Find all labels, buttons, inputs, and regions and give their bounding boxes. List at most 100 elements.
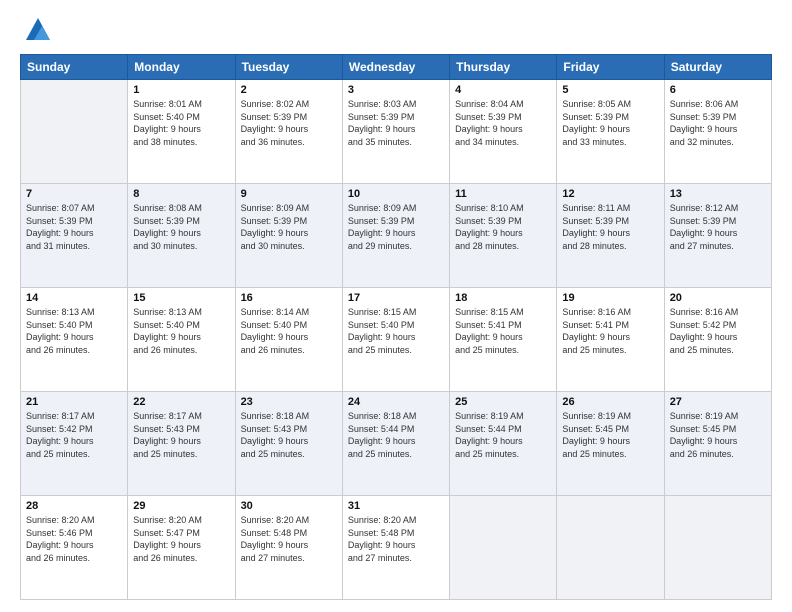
weekday-monday: Monday [128, 55, 235, 80]
day-number: 15 [133, 292, 229, 304]
day-info: Sunrise: 8:09 AM Sunset: 5:39 PM Dayligh… [241, 202, 337, 252]
day-number: 22 [133, 396, 229, 408]
weekday-wednesday: Wednesday [342, 55, 449, 80]
day-number: 3 [348, 84, 444, 96]
calendar-cell: 12 Sunrise: 8:11 AM Sunset: 5:39 PM Dayli… [557, 184, 664, 288]
calendar-cell [21, 80, 128, 184]
day-number: 24 [348, 396, 444, 408]
calendar-cell: 18 Sunrise: 8:15 AM Sunset: 5:41 PM Dayli… [450, 288, 557, 392]
weekday-tuesday: Tuesday [235, 55, 342, 80]
weekday-sunday: Sunday [21, 55, 128, 80]
day-number: 1 [133, 84, 229, 96]
calendar-cell: 6 Sunrise: 8:06 AM Sunset: 5:39 PM Daylig… [664, 80, 771, 184]
day-number: 16 [241, 292, 337, 304]
calendar-cell: 13 Sunrise: 8:12 AM Sunset: 5:39 PM Dayli… [664, 184, 771, 288]
day-info: Sunrise: 8:15 AM Sunset: 5:40 PM Dayligh… [348, 306, 444, 356]
day-info: Sunrise: 8:18 AM Sunset: 5:44 PM Dayligh… [348, 410, 444, 460]
calendar-cell: 11Sunrise: 8:10 AM Sunset: 5:39 PM Dayli… [450, 184, 557, 288]
day-info: Sunrise: 8:20 AM Sunset: 5:48 PM Dayligh… [241, 514, 337, 564]
day-info: Sunrise: 8:16 AM Sunset: 5:42 PM Dayligh… [670, 306, 766, 356]
day-info: Sunrise: 8:07 AM Sunset: 5:39 PM Dayligh… [26, 202, 122, 252]
day-info: Sunrise: 8:17 AM Sunset: 5:43 PM Dayligh… [133, 410, 229, 460]
calendar-cell: 2 Sunrise: 8:02 AM Sunset: 5:39 PM Daylig… [235, 80, 342, 184]
calendar-week-1: 7 Sunrise: 8:07 AM Sunset: 5:39 PM Daylig… [21, 184, 772, 288]
logo [20, 16, 52, 44]
day-info: Sunrise: 8:19 AM Sunset: 5:44 PM Dayligh… [455, 410, 551, 460]
day-number: 29 [133, 500, 229, 512]
day-info: Sunrise: 8:11 AM Sunset: 5:39 PM Dayligh… [562, 202, 658, 252]
day-info: Sunrise: 8:20 AM Sunset: 5:47 PM Dayligh… [133, 514, 229, 564]
day-number: 11 [455, 188, 551, 200]
calendar-cell [664, 496, 771, 600]
calendar-week-4: 28 Sunrise: 8:20 AM Sunset: 5:46 PM Dayli… [21, 496, 772, 600]
calendar-week-0: 1 Sunrise: 8:01 AM Sunset: 5:40 PM Daylig… [21, 80, 772, 184]
calendar-week-2: 14 Sunrise: 8:13 AM Sunset: 5:40 PM Dayli… [21, 288, 772, 392]
day-info: Sunrise: 8:08 AM Sunset: 5:39 PM Dayligh… [133, 202, 229, 252]
day-info: Sunrise: 8:02 AM Sunset: 5:39 PM Dayligh… [241, 98, 337, 148]
calendar-cell: 10 Sunrise: 8:09 AM Sunset: 5:39 PM Dayli… [342, 184, 449, 288]
calendar-week-3: 21 Sunrise: 8:17 AM Sunset: 5:42 PM Dayli… [21, 392, 772, 496]
weekday-header-row: SundayMondayTuesdayWednesdayThursdayFrid… [21, 55, 772, 80]
day-info: Sunrise: 8:12 AM Sunset: 5:39 PM Dayligh… [670, 202, 766, 252]
calendar-cell: 17 Sunrise: 8:15 AM Sunset: 5:40 PM Dayli… [342, 288, 449, 392]
day-number: 17 [348, 292, 444, 304]
day-number: 21 [26, 396, 122, 408]
day-number: 13 [670, 188, 766, 200]
day-number: 10 [348, 188, 444, 200]
calendar-cell: 25 Sunrise: 8:19 AM Sunset: 5:44 PM Dayli… [450, 392, 557, 496]
day-info: Sunrise: 8:05 AM Sunset: 5:39 PM Dayligh… [562, 98, 658, 148]
day-info: Sunrise: 8:13 AM Sunset: 5:40 PM Dayligh… [26, 306, 122, 356]
calendar-cell: 9 Sunrise: 8:09 AM Sunset: 5:39 PM Daylig… [235, 184, 342, 288]
day-info: Sunrise: 8:19 AM Sunset: 5:45 PM Dayligh… [670, 410, 766, 460]
calendar-cell: 22 Sunrise: 8:17 AM Sunset: 5:43 PM Dayli… [128, 392, 235, 496]
header [20, 16, 772, 44]
weekday-thursday: Thursday [450, 55, 557, 80]
calendar-cell: 26 Sunrise: 8:19 AM Sunset: 5:45 PM Dayli… [557, 392, 664, 496]
calendar-cell: 23Sunrise: 8:18 AM Sunset: 5:43 PM Dayli… [235, 392, 342, 496]
day-number: 31 [348, 500, 444, 512]
calendar-cell: 3Sunrise: 8:03 AM Sunset: 5:39 PM Daylig… [342, 80, 449, 184]
day-number: 12 [562, 188, 658, 200]
day-number: 6 [670, 84, 766, 96]
page: SundayMondayTuesdayWednesdayThursdayFrid… [0, 0, 792, 612]
calendar-cell: 1 Sunrise: 8:01 AM Sunset: 5:40 PM Daylig… [128, 80, 235, 184]
day-info: Sunrise: 8:20 AM Sunset: 5:46 PM Dayligh… [26, 514, 122, 564]
day-number: 7 [26, 188, 122, 200]
calendar-cell: 8 Sunrise: 8:08 AM Sunset: 5:39 PM Daylig… [128, 184, 235, 288]
calendar-cell [557, 496, 664, 600]
calendar-cell [450, 496, 557, 600]
day-info: Sunrise: 8:15 AM Sunset: 5:41 PM Dayligh… [455, 306, 551, 356]
calendar-cell: 29 Sunrise: 8:20 AM Sunset: 5:47 PM Dayli… [128, 496, 235, 600]
calendar-body: 1 Sunrise: 8:01 AM Sunset: 5:40 PM Daylig… [21, 80, 772, 600]
day-info: Sunrise: 8:17 AM Sunset: 5:42 PM Dayligh… [26, 410, 122, 460]
day-info: Sunrise: 8:09 AM Sunset: 5:39 PM Dayligh… [348, 202, 444, 252]
calendar-cell: 28 Sunrise: 8:20 AM Sunset: 5:46 PM Dayli… [21, 496, 128, 600]
day-info: Sunrise: 8:16 AM Sunset: 5:41 PM Dayligh… [562, 306, 658, 356]
calendar-cell: 27 Sunrise: 8:19 AM Sunset: 5:45 PM Dayli… [664, 392, 771, 496]
day-info: Sunrise: 8:06 AM Sunset: 5:39 PM Dayligh… [670, 98, 766, 148]
day-number: 8 [133, 188, 229, 200]
day-number: 9 [241, 188, 337, 200]
day-info: Sunrise: 8:04 AM Sunset: 5:39 PM Dayligh… [455, 98, 551, 148]
calendar-cell: 19 Sunrise: 8:16 AM Sunset: 5:41 PM Dayli… [557, 288, 664, 392]
day-number: 28 [26, 500, 122, 512]
day-info: Sunrise: 8:19 AM Sunset: 5:45 PM Dayligh… [562, 410, 658, 460]
logo-icon [24, 16, 52, 44]
day-info: Sunrise: 8:01 AM Sunset: 5:40 PM Dayligh… [133, 98, 229, 148]
day-number: 14 [26, 292, 122, 304]
calendar-cell: 14 Sunrise: 8:13 AM Sunset: 5:40 PM Dayli… [21, 288, 128, 392]
day-number: 19 [562, 292, 658, 304]
calendar-cell: 24 Sunrise: 8:18 AM Sunset: 5:44 PM Dayli… [342, 392, 449, 496]
calendar-cell: 21 Sunrise: 8:17 AM Sunset: 5:42 PM Dayli… [21, 392, 128, 496]
day-number: 2 [241, 84, 337, 96]
day-number: 18 [455, 292, 551, 304]
calendar-cell: 30Sunrise: 8:20 AM Sunset: 5:48 PM Dayli… [235, 496, 342, 600]
day-number: 26 [562, 396, 658, 408]
day-number: 27 [670, 396, 766, 408]
calendar-cell: 15Sunrise: 8:13 AM Sunset: 5:40 PM Dayli… [128, 288, 235, 392]
calendar-cell: 31Sunrise: 8:20 AM Sunset: 5:48 PM Dayli… [342, 496, 449, 600]
day-number: 25 [455, 396, 551, 408]
day-number: 23 [241, 396, 337, 408]
calendar-cell: 20Sunrise: 8:16 AM Sunset: 5:42 PM Dayli… [664, 288, 771, 392]
weekday-friday: Friday [557, 55, 664, 80]
